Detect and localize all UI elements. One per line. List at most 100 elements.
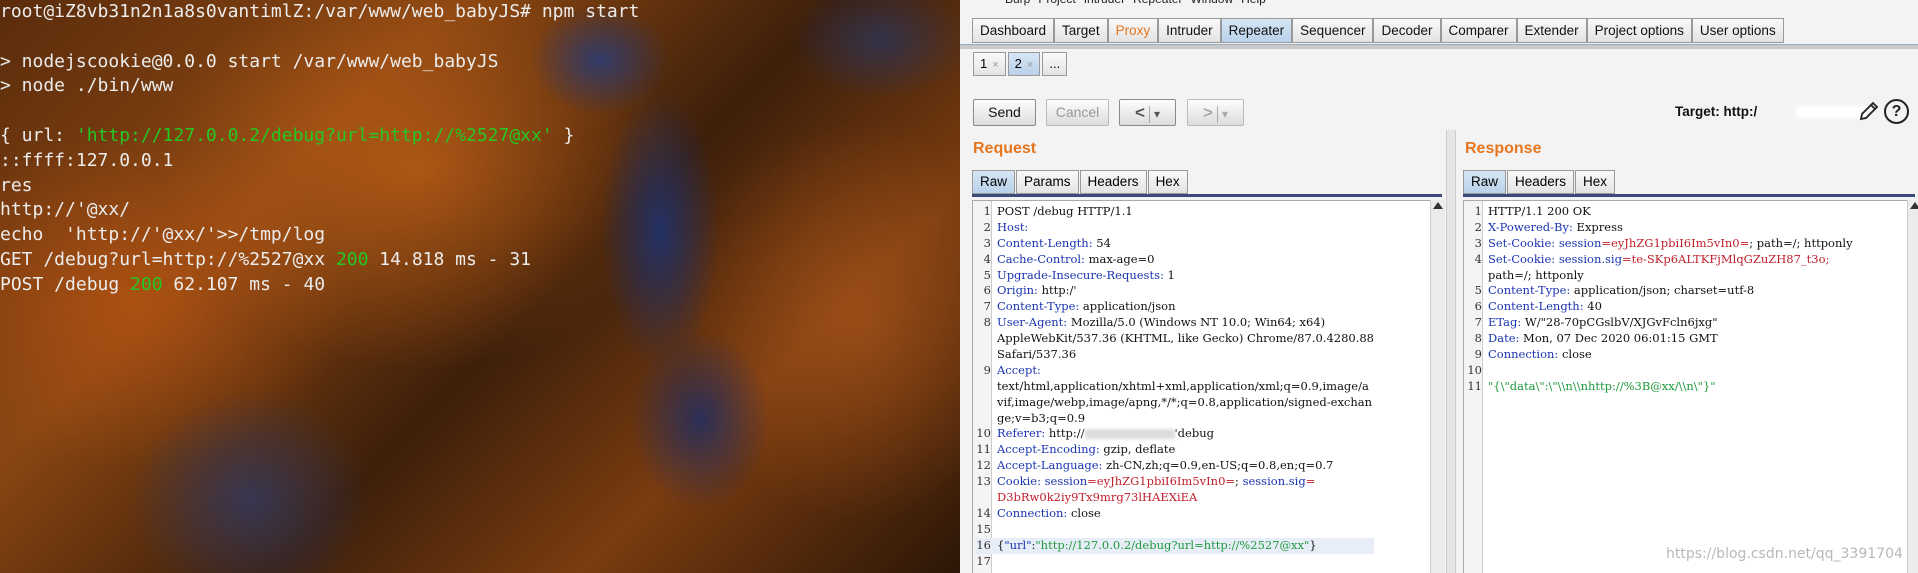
response-scrollbar[interactable] <box>1907 200 1918 573</box>
line-number <box>975 347 997 363</box>
terminal-text: GET /debug?url=http://%2527@xx <box>0 248 336 270</box>
code-token: = <box>1305 474 1316 489</box>
menu-item-help[interactable]: Help <box>1241 0 1266 6</box>
code-token: vif,image/webp,image/apng,*/*;q=0.8,appl… <box>997 394 1373 409</box>
scroll-up-arrow-icon[interactable] <box>1433 202 1443 209</box>
code-text: Cache-Control: max-age=0 <box>997 252 1154 268</box>
tab-target[interactable]: Target <box>1054 18 1108 43</box>
code-line: 10 <box>1466 363 1853 379</box>
tab-project-options[interactable]: Project options <box>1586 18 1692 43</box>
cancel-button[interactable]: Cancel <box>1046 99 1109 126</box>
terminal-window[interactable]: root@iZ8vb31n2n1a8s0vantimlZ:/var/www/we… <box>0 0 960 573</box>
request-tab-params[interactable]: Params <box>1016 170 1079 194</box>
response-tab-headers[interactable]: Headers <box>1507 170 1575 194</box>
code-token: http:/' <box>1037 283 1077 298</box>
line-number: 11 <box>1467 378 1482 393</box>
line-number <box>1466 268 1488 284</box>
code-line: Safari/537.36 <box>975 347 1374 363</box>
code-token: 1 <box>1163 267 1175 282</box>
tab-proxy[interactable]: Proxy <box>1107 18 1159 43</box>
line-number: 1 <box>983 204 991 218</box>
request-view-tabs: Raw Params Headers Hex <box>972 170 1189 194</box>
terminal-text: ::ffff:127.0.0.1 <box>0 149 174 171</box>
tab-user-options[interactable]: User options <box>1691 18 1784 43</box>
request-editor[interactable]: 1 POST /debug HTTP/1.1 2 Host: 3 Content-Leng… <box>972 200 1432 573</box>
back-button[interactable]: < ▾ <box>1119 99 1176 126</box>
tab-comparer[interactable]: Comparer <box>1440 18 1517 43</box>
repeater-tab-new[interactable]: ... <box>1042 52 1068 76</box>
terminal-text: POST /debug <box>0 273 131 295</box>
code-line: 8 User-Agent: Mozilla/5.0 (Windows NT 10.… <box>975 315 1374 331</box>
request-tab-hex[interactable]: Hex <box>1147 170 1188 194</box>
tab-sequencer[interactable]: Sequencer <box>1292 18 1374 43</box>
tab-dashboard[interactable]: Dashboard <box>972 18 1055 43</box>
code-token: Referer: <box>997 426 1046 441</box>
code-token: HTTP/1.1 200 OK <box>1488 204 1591 218</box>
code-line: 9 Connection: close <box>1466 347 1853 363</box>
pane-splitter[interactable] <box>1446 130 1456 573</box>
code-text: Accept-Encoding: gzip, deflate <box>997 442 1175 458</box>
line-number: 13 <box>976 474 991 489</box>
menu-item-window[interactable]: Window <box>1190 0 1233 6</box>
code-text: D3bRw0k2iy9Tx9mrg73lHAEXiEA <box>997 490 1197 506</box>
line-number <box>975 411 997 427</box>
response-tab-hex[interactable]: Hex <box>1575 170 1616 194</box>
line-number: 16 <box>976 537 991 552</box>
code-token: Host: <box>997 219 1029 234</box>
chevron-right-icon: > <box>1203 103 1213 122</box>
response-tab-raw[interactable]: Raw <box>1463 170 1507 194</box>
request-scrollbar[interactable] <box>1430 200 1445 573</box>
menu-item-repeater[interactable]: Repeater <box>1133 0 1182 6</box>
code-line: 6 Origin: http:/' <box>975 283 1374 299</box>
help-icon[interactable]: ? <box>1884 99 1909 124</box>
code-token: Content-Type: <box>997 299 1080 314</box>
code-token: ; <box>1235 474 1243 489</box>
menu-bar: Burp Project Intruder Repeater Window Help <box>960 0 1918 10</box>
menu-item-intruder[interactable]: Intruder <box>1084 0 1125 6</box>
request-tab-headers[interactable]: Headers <box>1079 170 1147 194</box>
code-text: Accept: <box>997 363 1041 379</box>
terminal-text: root@iZ8vb31n2n1a8s0vantimlZ:/var/www/we… <box>0 1 640 22</box>
code-text: X-Powered-By: Express <box>1488 220 1623 236</box>
response-panel-title: Response <box>1465 140 1542 157</box>
code-token: =eyJhZG1pbiI6Im5vIn0= <box>1601 235 1750 250</box>
pencil-icon[interactable] <box>1857 99 1881 123</box>
code-line: 7 Content-Type: application/json <box>975 299 1374 315</box>
line-number: 6 <box>1474 299 1482 314</box>
line-number: 11 <box>976 442 991 457</box>
code-token: Set-Cookie: <box>1488 251 1556 266</box>
code-text: Date: Mon, 07 Dec 2020 06:01:15 GMT <box>1488 331 1718 347</box>
code-text: "{\"data\":\"\\n\\nhttp://%3B@xx/\\n\"}" <box>1488 379 1716 395</box>
dropdown-arrow-icon[interactable]: ▾ <box>1222 102 1228 127</box>
menu-item-project[interactable]: Project <box>1038 0 1075 6</box>
line-number: 10 <box>976 426 991 441</box>
forward-button[interactable]: > ▾ <box>1187 99 1244 126</box>
close-icon[interactable]: × <box>1027 59 1033 71</box>
code-line: AppleWebKit/537.36 (KHTML, like Gecko) C… <box>975 331 1374 347</box>
top-tab-bar: Dashboard Target Proxy Intruder Repeater Sequ… <box>972 18 1784 43</box>
send-button[interactable]: Send <box>973 99 1036 126</box>
repeater-tab-2[interactable]: 2 × <box>1007 52 1041 76</box>
code-token: User-Agent: <box>997 315 1068 330</box>
code-line: ge;v=b3;q=0.9 <box>975 411 1374 427</box>
tab-decoder[interactable]: Decoder <box>1373 18 1441 43</box>
scroll-up-arrow-icon[interactable] <box>1910 202 1918 209</box>
dropdown-arrow-icon[interactable]: ▾ <box>1154 102 1160 127</box>
tab-extender[interactable]: Extender <box>1516 18 1587 43</box>
close-icon[interactable]: × <box>992 59 998 71</box>
request-tab-raw[interactable]: Raw <box>972 170 1016 194</box>
code-text: User-Agent: Mozilla/5.0 (Windows NT 10.0… <box>997 315 1325 331</box>
menu-item-burp[interactable]: Burp <box>1005 0 1030 6</box>
code-line: 17 <box>975 554 1374 570</box>
response-editor[interactable]: 1 HTTP/1.1 200 OK 2 X-Powered-By: Express 3 S… <box>1463 200 1909 573</box>
code-line: 15 <box>975 522 1374 538</box>
code-text: Set-Cookie: session=eyJhZG1pbiI6Im5vIn0=… <box>1488 236 1853 252</box>
tab-intruder[interactable]: Intruder <box>1158 18 1221 43</box>
tab-repeater[interactable]: Repeater <box>1220 18 1293 43</box>
repeater-tab-label: ... <box>1049 56 1061 71</box>
request-panel-title: Request <box>973 140 1037 157</box>
code-line: path=/; httponly <box>1466 268 1853 284</box>
repeater-tab-1[interactable]: 1 × <box>973 52 1006 76</box>
code-token: Accept-Language: <box>997 458 1103 473</box>
line-number: 12 <box>976 458 991 473</box>
